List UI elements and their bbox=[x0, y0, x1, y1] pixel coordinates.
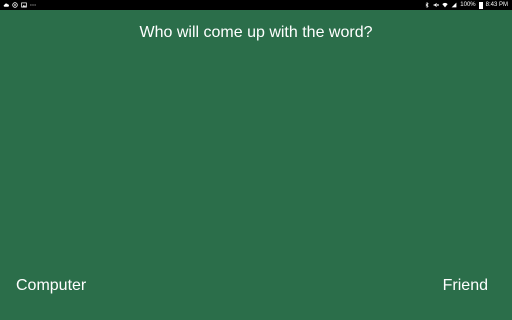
circle-icon bbox=[12, 2, 18, 8]
battery-percentage: 100% bbox=[460, 2, 476, 8]
mute-icon bbox=[433, 2, 440, 8]
bluetooth-icon bbox=[424, 2, 430, 8]
status-right-icons: 100% 8:43 PM bbox=[424, 0, 508, 10]
status-bar: 100% 8:43 PM bbox=[0, 0, 512, 10]
more-icon bbox=[30, 2, 36, 8]
question-prompt: Who will come up with the word? bbox=[139, 24, 373, 41]
status-left-icons bbox=[3, 0, 36, 10]
cloud-icon bbox=[3, 2, 9, 8]
wifi-icon bbox=[442, 2, 448, 8]
status-time: 8:43 PM bbox=[485, 2, 508, 8]
friend-option-button[interactable]: Friend bbox=[443, 275, 488, 297]
image-icon bbox=[21, 2, 27, 8]
signal-icon bbox=[451, 2, 457, 8]
game-screen: 100% 8:43 PM Who will come up with the w… bbox=[0, 0, 512, 320]
computer-option-button[interactable]: Computer bbox=[16, 275, 86, 297]
battery-icon bbox=[478, 1, 483, 9]
